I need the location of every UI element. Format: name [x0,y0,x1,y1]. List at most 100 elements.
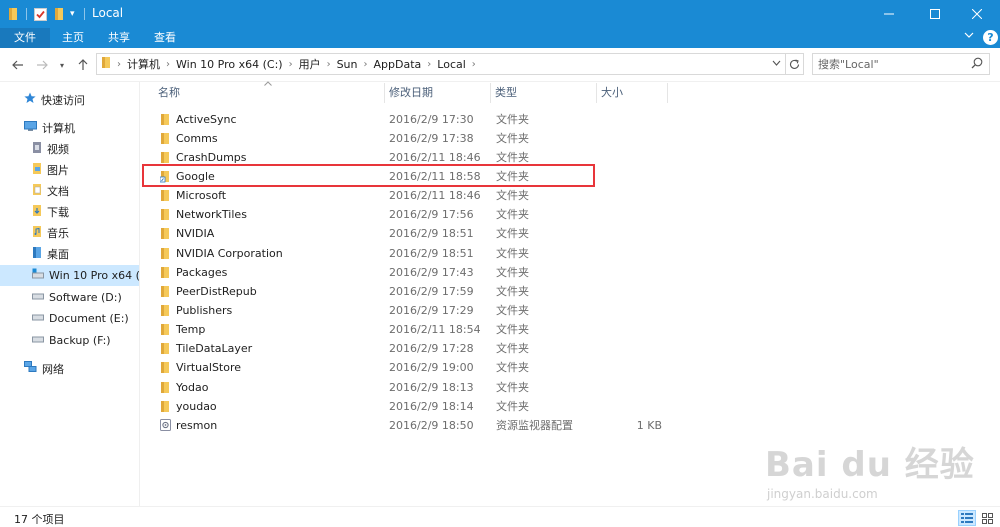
sidebar-item-drive-d[interactable]: Software (D:) [0,287,139,308]
tab-home[interactable]: 主页 [50,28,96,48]
file-name: Temp [176,323,206,336]
table-row[interactable]: Temp 2016/2/11 18:54 文件夹 [152,320,672,339]
back-button[interactable] [9,56,27,74]
network-icon [24,361,37,376]
table-row[interactable]: NVIDIA 2016/2/9 18:51 文件夹 [152,224,672,243]
tab-view[interactable]: 查看 [142,28,188,48]
breadcrumb-separator[interactable]: › [327,59,331,70]
customize-toolbar-icon[interactable]: ▾ [70,6,75,22]
address-history-chevron-icon[interactable] [772,59,781,69]
table-row[interactable]: VirtualStore 2016/2/9 19:00 文件夹 [152,358,672,377]
file-size [600,358,662,377]
file-name: NVIDIA [176,227,215,240]
file-date: 2016/2/9 18:51 [389,227,474,240]
column-header-date[interactable]: 修改日期 [385,83,490,103]
file-size [600,110,662,129]
close-button[interactable] [954,0,1000,28]
column-header-size[interactable]: 大小 [597,83,667,103]
column-header-name[interactable]: 名称 [154,83,384,103]
breadcrumb-users[interactable]: 用户 [299,56,321,72]
file-size [600,186,662,205]
status-bar: 17 个项目 [0,506,1000,527]
search-icon[interactable] [971,57,983,72]
sidebar-item-downloads[interactable]: 下载 [0,201,139,222]
file-size [600,148,662,167]
table-row[interactable]: ActiveSync 2016/2/9 17:30 文件夹 [152,110,672,129]
breadcrumb-separator[interactable]: › [166,59,170,70]
properties-checkbox-icon[interactable] [34,6,47,22]
file-date: 2016/2/9 17:56 [389,208,474,221]
search-input[interactable] [813,54,963,74]
table-row[interactable]: Comms 2016/2/9 17:38 文件夹 [152,129,672,148]
folder-icon [160,227,170,243]
address-bar[interactable]: › 计算机 › Win 10 Pro x64 (C:) › 用户 › Sun ›… [96,53,786,75]
column-header-type[interactable]: 类型 [491,83,596,103]
table-row[interactable]: resmon 2016/2/9 18:50 资源监视器配置 1 KB [152,416,672,435]
up-button[interactable] [74,56,92,74]
file-date: 2016/2/9 17:30 [389,113,474,126]
help-icon[interactable]: ? [983,30,998,45]
file-date: 2016/2/9 18:13 [389,381,474,394]
refresh-button[interactable] [786,53,804,75]
breadcrumb-separator[interactable]: › [364,59,368,70]
documents-folder-icon [32,183,42,199]
breadcrumb-separator[interactable]: › [472,59,476,70]
file-size [600,129,662,148]
sidebar-item-videos[interactable]: 视频 [0,138,139,159]
breadcrumb-local[interactable]: Local [437,58,466,71]
file-date: 2016/2/9 17:29 [389,304,474,317]
sidebar-item-pictures[interactable]: 图片 [0,159,139,180]
table-row[interactable]: NVIDIA Corporation 2016/2/9 18:51 文件夹 [152,244,672,263]
sidebar-item-drive-c[interactable]: Win 10 Pro x64 (C:) [0,265,139,286]
sidebar-item-drive-e[interactable]: Document (E:) [0,308,139,329]
sidebar-item-drive-f[interactable]: Backup (F:) [0,330,139,351]
minimize-button[interactable] [866,0,912,28]
table-row[interactable]: Yodao 2016/2/9 18:13 文件夹 [152,378,672,397]
recent-locations-chevron-icon[interactable]: ▾ [53,56,71,74]
details-view-button[interactable] [958,510,976,526]
breadcrumb-appdata[interactable]: AppData [374,58,422,71]
file-type: 文件夹 [496,227,529,240]
breadcrumb-separator[interactable]: › [117,59,121,70]
breadcrumb-separator[interactable]: › [427,59,431,70]
file-date: 2016/2/9 18:14 [389,400,474,413]
sidebar-item-network[interactable]: 网络 [0,358,139,379]
file-name: Comms [176,132,218,145]
search-box[interactable] [812,53,990,75]
breadcrumb-drive-c[interactable]: Win 10 Pro x64 (C:) [176,58,283,71]
table-row[interactable]: Packages 2016/2/9 17:43 文件夹 [152,263,672,282]
sidebar-item-music[interactable]: 音乐 [0,222,139,243]
breadcrumb-computer[interactable]: 计算机 [127,56,160,72]
file-name: TileDataLayer [176,342,253,355]
tab-share[interactable]: 共享 [96,28,142,48]
large-icons-view-button[interactable] [978,510,996,526]
table-row[interactable]: Publishers 2016/2/9 17:29 文件夹 [152,301,672,320]
file-name: NetworkTiles [176,208,247,221]
system-drive-icon [32,268,44,283]
breadcrumb-separator[interactable]: › [289,59,293,70]
column-divider[interactable] [667,83,668,103]
file-size [600,301,662,320]
table-row[interactable]: youdao 2016/2/9 18:14 文件夹 [152,397,672,416]
tab-file[interactable]: 文件 [0,28,50,48]
table-row[interactable]: TileDataLayer 2016/2/9 17:28 文件夹 [152,339,672,358]
maximize-button[interactable] [912,0,958,28]
drive-icon [32,290,44,305]
folder-icon [160,208,170,224]
table-row[interactable]: PeerDistRepub 2016/2/9 17:59 文件夹 [152,282,672,301]
breadcrumb-sun[interactable]: Sun [337,58,358,71]
sidebar-item-documents[interactable]: 文档 [0,180,139,201]
title-bar: ▾ Local [0,0,1000,28]
expand-ribbon-icon[interactable] [964,30,974,43]
forward-button[interactable] [33,56,51,74]
file-name: PeerDistRepub [176,285,257,298]
table-row[interactable]: NetworkTiles 2016/2/9 17:56 文件夹 [152,205,672,224]
sidebar-item-computer[interactable]: 计算机 [0,117,139,138]
sidebar-item-desktop[interactable]: 桌面 [0,243,139,264]
table-row[interactable]: Microsoft 2016/2/11 18:46 文件夹 [152,186,672,205]
computer-icon [24,120,37,135]
new-folder-icon[interactable] [54,6,64,22]
folder-icon [8,6,18,22]
sidebar-item-quick-access[interactable]: 快速访问 [0,89,139,110]
navigation-bar: ▾ › 计算机 › Win 10 Pro x64 (C:) › 用户 › Sun… [0,48,1000,82]
